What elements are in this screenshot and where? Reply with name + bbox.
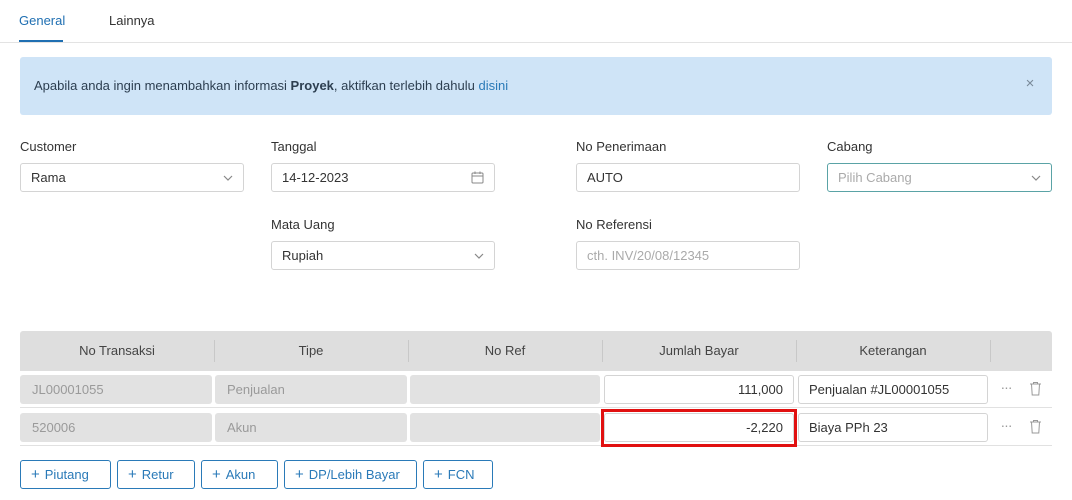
mata-uang-value: Rupiah xyxy=(282,248,324,263)
alert-text-before: Apabila anda ingin menambahkan informasi xyxy=(34,78,291,93)
tanggal-label: Tanggal xyxy=(271,139,317,154)
cabang-select[interactable]: Pilih Cabang xyxy=(827,163,1052,192)
more-options-icon[interactable]: ··· xyxy=(998,380,1014,396)
customer-value: Rama xyxy=(31,170,66,185)
chevron-down-icon xyxy=(1031,175,1041,181)
tipe-cell: Penjualan xyxy=(215,375,407,404)
no-transaksi-cell: 520006 xyxy=(20,413,212,442)
no-ref-cell xyxy=(410,375,600,404)
info-alert: Apabila anda ingin menambahkan informasi… xyxy=(20,57,1052,115)
add-akun-label: Akun xyxy=(225,467,256,482)
column-header-keterangan: Keterangan xyxy=(859,343,927,358)
tab-lainnya[interactable]: Lainnya xyxy=(109,13,155,28)
table-row: JL00001055 Penjualan 111,000 Penjualan #… xyxy=(20,371,1052,408)
tanggal-value: 14-12-2023 xyxy=(282,170,349,185)
mata-uang-select[interactable]: Rupiah xyxy=(271,241,495,270)
keterangan-input[interactable]: Biaya PPh 23 xyxy=(798,413,988,442)
tab-bar: General Lainnya xyxy=(0,0,1072,43)
no-penerimaan-value: AUTO xyxy=(587,170,623,185)
plus-icon: + xyxy=(434,466,443,483)
plus-icon: + xyxy=(295,466,304,483)
cabang-placeholder: Pilih Cabang xyxy=(838,170,912,185)
alert-message: Apabila anda ingin menambahkan informasi… xyxy=(34,78,508,93)
add-fcn-button[interactable]: + FCN xyxy=(423,460,493,489)
plus-icon: + xyxy=(212,466,221,483)
no-referensi-label: No Referensi xyxy=(576,217,652,232)
no-ref-cell xyxy=(410,413,600,442)
trash-icon[interactable] xyxy=(1029,381,1042,396)
jumlah-bayar-input[interactable]: 111,000 xyxy=(604,375,794,404)
tipe-cell: Akun xyxy=(215,413,407,442)
mata-uang-label: Mata Uang xyxy=(271,217,335,232)
add-retur-button[interactable]: + Retur xyxy=(117,460,195,489)
alert-link-disini[interactable]: disini xyxy=(478,78,508,93)
add-dp-lebih-bayar-label: DP/Lebih Bayar xyxy=(308,467,400,482)
column-header-tipe: Tipe xyxy=(298,343,324,358)
column-header-jumlah-bayar: Jumlah Bayar xyxy=(659,343,739,358)
no-referensi-input[interactable]: cth. INV/20/08/12345 xyxy=(576,241,800,270)
trash-icon[interactable] xyxy=(1029,419,1042,434)
more-options-icon[interactable]: ··· xyxy=(998,418,1014,434)
add-piutang-button[interactable]: + Piutang xyxy=(20,460,111,489)
add-dp-lebih-bayar-button[interactable]: + DP/Lebih Bayar xyxy=(284,460,417,489)
no-penerimaan-label: No Penerimaan xyxy=(576,139,667,154)
chevron-down-icon xyxy=(474,253,484,259)
no-transaksi-cell: JL00001055 xyxy=(20,375,212,404)
close-icon[interactable]: × xyxy=(1022,76,1038,92)
column-divider xyxy=(990,340,991,362)
column-header-no-transaksi: No Transaksi xyxy=(79,343,155,358)
table-row: 520006 Akun -2,220 Biaya PPh 23 ··· xyxy=(20,409,1052,446)
add-piutang-label: Piutang xyxy=(44,467,89,482)
no-referensi-placeholder: cth. INV/20/08/12345 xyxy=(587,248,710,263)
customer-select[interactable]: Rama xyxy=(20,163,244,192)
calendar-icon xyxy=(471,171,484,184)
column-header-no-ref: No Ref xyxy=(484,343,526,358)
keterangan-input[interactable]: Penjualan #JL00001055 xyxy=(798,375,988,404)
active-tab-indicator xyxy=(19,40,63,42)
add-fcn-label: FCN xyxy=(447,467,475,482)
add-retur-label: Retur xyxy=(141,467,174,482)
tanggal-date-picker[interactable]: 14-12-2023 xyxy=(271,163,495,192)
add-akun-button[interactable]: + Akun xyxy=(201,460,278,489)
plus-icon: + xyxy=(31,466,40,483)
cabang-label: Cabang xyxy=(827,139,873,154)
table-header: No Transaksi Tipe No Ref Jumlah Bayar Ke… xyxy=(20,331,1052,371)
alert-text-after: , aktifkan terlebih dahulu xyxy=(333,78,479,93)
no-penerimaan-input[interactable]: AUTO xyxy=(576,163,800,192)
alert-bold-proyek: Proyek xyxy=(290,78,334,93)
customer-label: Customer xyxy=(20,139,77,154)
chevron-down-icon xyxy=(223,175,233,181)
plus-icon: + xyxy=(128,466,137,483)
tab-general[interactable]: General xyxy=(19,13,65,28)
highlight-box xyxy=(601,409,797,447)
